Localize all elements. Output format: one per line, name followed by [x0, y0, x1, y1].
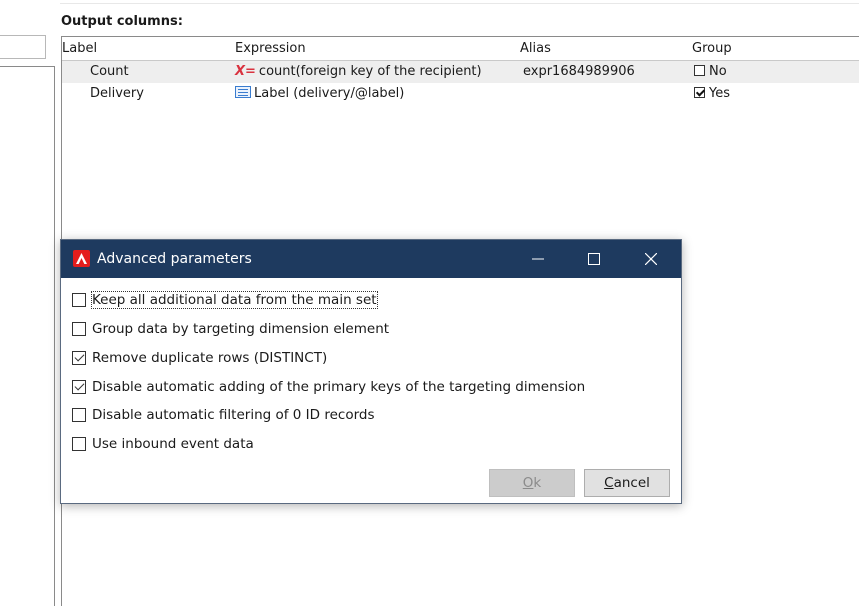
cancel-button-label: Cancel	[604, 475, 650, 491]
group-checkbox[interactable]	[694, 65, 705, 76]
checkbox-inbound-event-data[interactable]	[72, 437, 86, 451]
output-columns-title: Output columns:	[61, 14, 183, 29]
dialog-title: Advanced parameters	[97, 251, 252, 267]
dialog-titlebar[interactable]: Advanced parameters	[61, 240, 681, 278]
close-button[interactable]	[623, 240, 679, 278]
checkbox-keep-additional-data[interactable]	[72, 293, 86, 307]
row-label: Count	[90, 64, 129, 79]
advanced-parameters-dialog: Advanced parameters Keep all additional …	[60, 239, 682, 504]
cancel-button[interactable]: Cancel	[584, 469, 670, 497]
list-field-icon	[235, 86, 251, 98]
top-divider	[60, 3, 859, 4]
row-label: Delivery	[90, 86, 144, 101]
checkbox-disable-primary-keys[interactable]	[72, 380, 86, 394]
option-label: Keep all additional data from the main s…	[91, 291, 378, 309]
maximize-button[interactable]	[566, 240, 622, 278]
row-group[interactable]: No	[694, 64, 727, 79]
row-expression-text: count(foreign key of the recipient)	[258, 64, 482, 79]
screen: Output columns: Label Expression Alias G…	[0, 0, 859, 606]
table-row[interactable]: Count X= count(foreign key of the recipie…	[62, 61, 859, 83]
row-expression-text: Label (delivery/@label)	[254, 86, 405, 101]
ok-button-label: Ok	[522, 475, 542, 491]
option-label: Disable automatic adding of the primary …	[92, 379, 586, 395]
ok-button[interactable]: Ok	[489, 469, 575, 497]
row-alias: expr1684989906	[523, 64, 635, 79]
close-icon	[645, 253, 657, 265]
option-label: Use inbound event data	[92, 436, 254, 452]
minimize-icon	[532, 258, 544, 260]
left-input-field[interactable]	[0, 35, 46, 59]
checkbox-disable-filtering[interactable]	[72, 408, 86, 422]
group-checkbox[interactable]	[694, 87, 705, 98]
left-panel	[0, 66, 55, 606]
row-expression: Label (delivery/@label)	[235, 86, 404, 101]
option-label: Group data by targeting dimension elemen…	[92, 321, 390, 337]
option-label: Disable automatic filtering of 0 ID reco…	[92, 407, 375, 423]
checkbox-group-data[interactable]	[72, 322, 86, 336]
column-header-label[interactable]: Label	[62, 41, 97, 56]
row-group[interactable]: Yes	[694, 86, 730, 101]
row-expression: X= count(foreign key of the recipient)	[235, 64, 482, 79]
column-header-group[interactable]: Group	[692, 41, 732, 56]
grid-header: Label Expression Alias Group	[62, 37, 859, 61]
adobe-logo-icon	[73, 250, 90, 267]
checkbox-remove-duplicates[interactable]	[72, 351, 86, 365]
table-row[interactable]: Delivery Label (delivery/@label) Yes	[62, 83, 859, 105]
x-formula-icon: X=	[235, 64, 256, 79]
maximize-icon	[588, 253, 600, 265]
group-text: No	[709, 64, 727, 79]
group-text: Yes	[709, 86, 730, 101]
option-label: Remove duplicate rows (DISTINCT)	[92, 350, 328, 366]
minimize-button[interactable]	[510, 240, 566, 278]
column-header-expression[interactable]: Expression	[235, 41, 306, 56]
column-header-alias[interactable]: Alias	[520, 41, 551, 56]
